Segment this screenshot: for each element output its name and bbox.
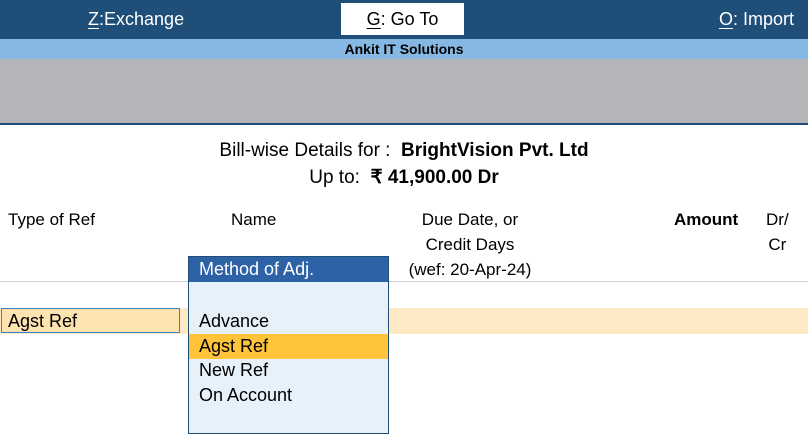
- import-shortcut-key: O: [718, 9, 733, 29]
- method-of-adj-title: Method of Adj.: [189, 257, 388, 282]
- list-item-on-account[interactable]: On Account: [189, 383, 388, 408]
- type-of-ref-field[interactable]: Agst Ref: [1, 308, 180, 333]
- top-menu-bar: Z:Exchange G: Go To O: Import: [0, 0, 808, 39]
- goto-shortcut-key: G: [366, 9, 381, 29]
- exchange-label: Exchange: [104, 9, 185, 29]
- col-name: Name: [231, 210, 277, 229]
- col-due-date: Due Date, or Credit Days (wef: 20-Apr-24…: [380, 207, 560, 282]
- col-dr-cr: Dr/ Cr: [766, 207, 789, 257]
- bill-wise-label: Bill-wise Details for :: [219, 140, 391, 161]
- bill-wise-title: Bill-wise Details for : BrightVision Pvt…: [0, 140, 808, 162]
- col-drcr-line2: Cr: [768, 235, 787, 254]
- import-menu-button[interactable]: O: Import: [719, 0, 794, 38]
- party-name: BrightVision Pvt. Ltd: [401, 140, 589, 161]
- header-separator: [0, 123, 808, 125]
- import-label: Import: [742, 9, 794, 29]
- col-due-line3: (wef: 20-Apr-24): [408, 260, 532, 279]
- goto-label: Go To: [390, 9, 439, 29]
- list-item-agst-ref[interactable]: Agst Ref: [189, 334, 388, 359]
- company-name-bar: Ankit IT Solutions: [0, 39, 808, 59]
- exchange-menu-button[interactable]: Z:Exchange: [88, 0, 184, 38]
- col-type-of-ref: Type of Ref: [8, 210, 95, 229]
- col-due-line2: Credit Days: [425, 235, 515, 254]
- header-grey-band: [0, 59, 808, 123]
- upto-line: Up to: ₹ 41,900.00 Dr: [0, 166, 808, 189]
- exchange-shortcut-key: Z: [88, 9, 99, 29]
- col-amount: Amount: [674, 210, 739, 229]
- goto-menu-button[interactable]: G: Go To: [341, 3, 464, 35]
- col-due-line1: Due Date, or: [421, 210, 519, 229]
- column-header-rule: [0, 281, 808, 282]
- list-item-new-ref[interactable]: New Ref: [189, 358, 388, 383]
- method-of-adj-list: Method of Adj. Advance Agst Ref New Ref …: [188, 256, 389, 434]
- list-item-advance[interactable]: Advance: [189, 309, 388, 334]
- upto-amount: ₹ 41,900.00 Dr: [370, 167, 499, 188]
- col-drcr-line1: Dr/: [766, 210, 789, 229]
- upto-label: Up to:: [309, 167, 360, 188]
